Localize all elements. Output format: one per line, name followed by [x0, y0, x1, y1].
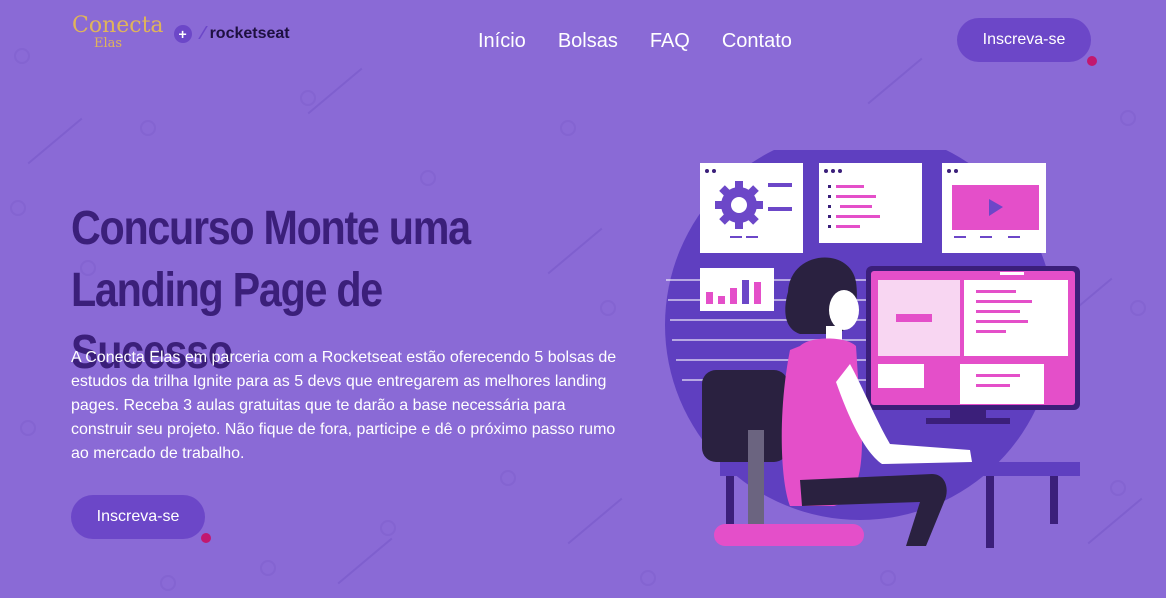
code-panel	[819, 163, 922, 243]
site-header: Conecta Elas + ⁄ rocketseat Início Bolsa…	[0, 0, 1166, 80]
nav-item-bolsas[interactable]: Bolsas	[558, 30, 618, 53]
hero-subscribe-button[interactable]: Inscreva-se	[71, 495, 211, 543]
logo[interactable]: Conecta Elas + ⁄ rocketseat	[72, 13, 290, 52]
hero-illustration	[665, 150, 1080, 548]
video-panel	[942, 163, 1046, 253]
hero-description: A Conecta Elas em parceria com a Rockets…	[71, 349, 617, 462]
rocketseat-logo: ⁄ rocketseat	[201, 23, 290, 43]
gear-icon	[715, 181, 763, 229]
main-nav: Início Bolsas FAQ Contato	[478, 30, 792, 53]
conecta-elas-logo: Conecta Elas	[72, 13, 164, 52]
nav-item-contato[interactable]: Contato	[722, 30, 792, 53]
monitor	[866, 266, 1080, 424]
header-subscribe-button[interactable]: Inscreva-se	[957, 18, 1097, 66]
nav-item-inicio[interactable]: Início	[478, 30, 526, 53]
nav-item-faq[interactable]: FAQ	[650, 30, 690, 53]
settings-panel	[700, 163, 803, 253]
button-dot	[201, 533, 211, 543]
button-dot	[1087, 56, 1097, 66]
rocketseat-slash-icon: ⁄	[201, 23, 205, 43]
plus-icon: +	[173, 24, 192, 43]
chart-panel	[700, 268, 774, 311]
